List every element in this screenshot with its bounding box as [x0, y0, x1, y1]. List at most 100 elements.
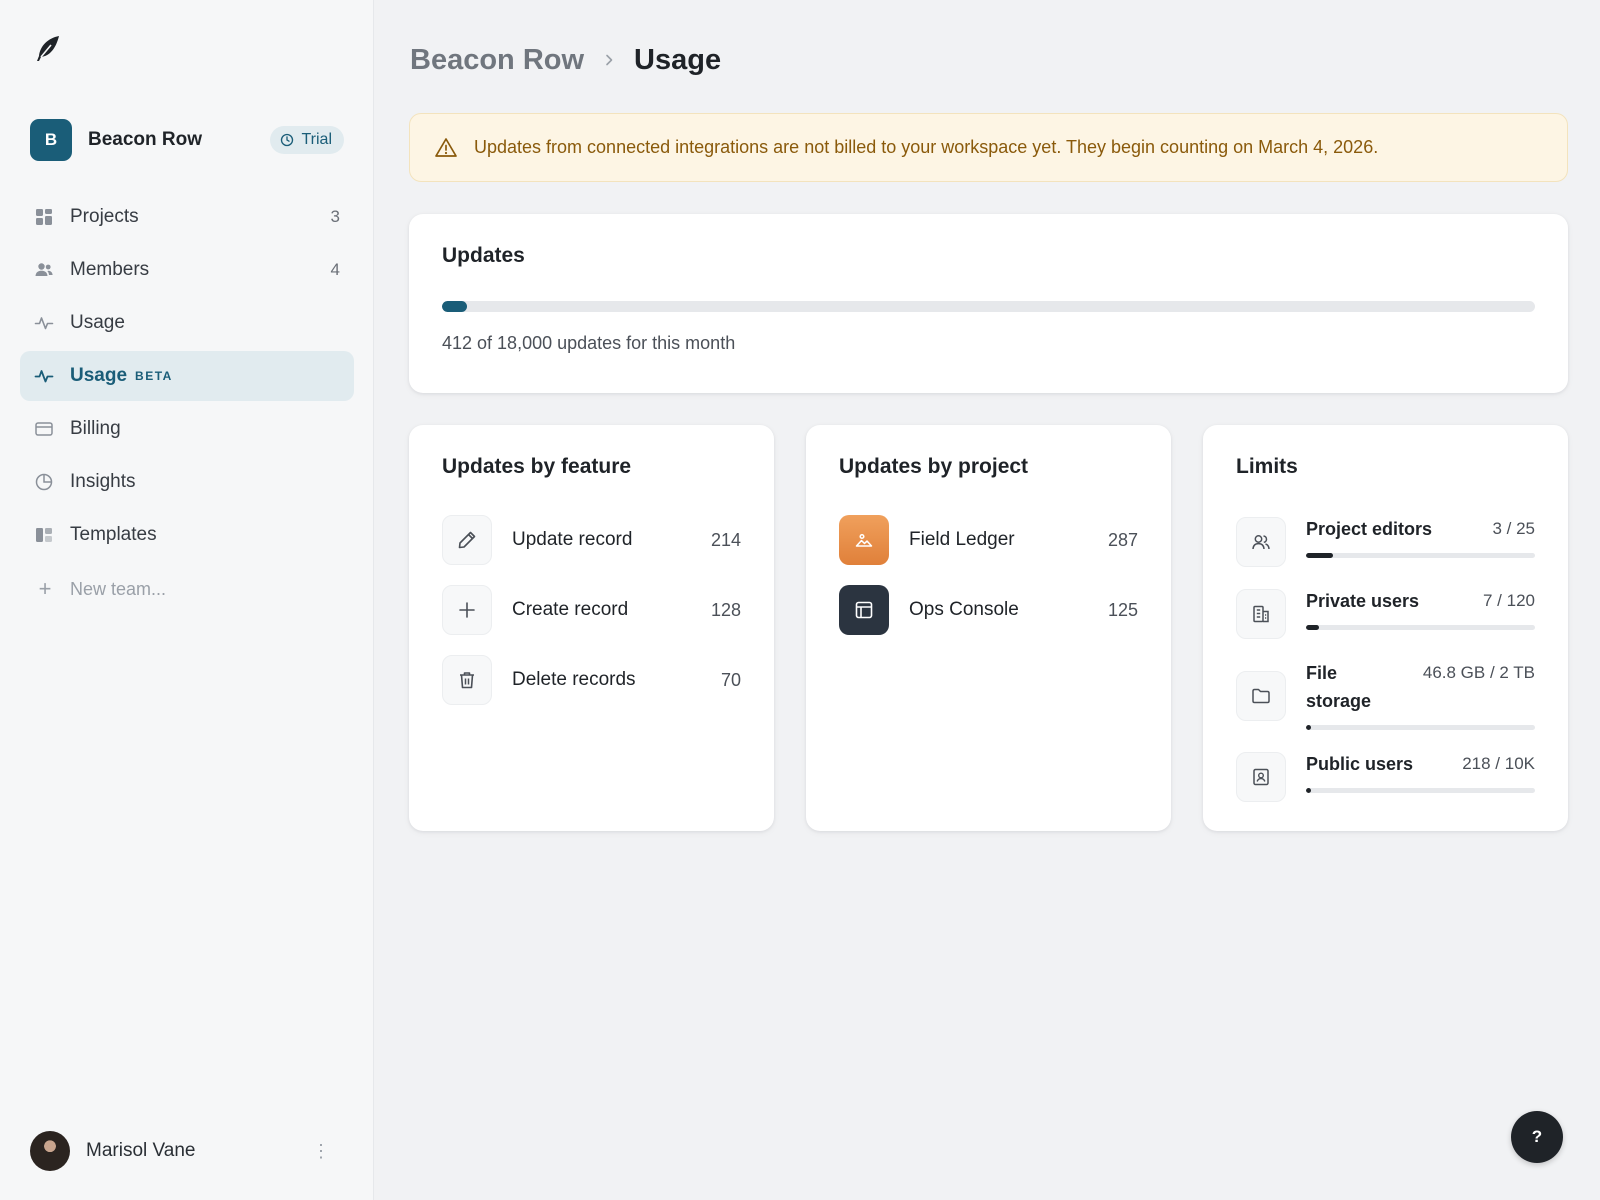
limit-progress-fill [1306, 625, 1320, 630]
project-value: 125 [1107, 599, 1138, 620]
alert-text: Updates from connected integrations are … [474, 137, 1379, 157]
sidebar-item-label: Members [70, 259, 150, 280]
plus-icon [442, 585, 492, 635]
list-item[interactable]: Field Ledger 287 [839, 515, 1138, 565]
updates-by-feature-title: Updates by feature [442, 455, 632, 478]
limit-value: 3 / 25 [1492, 519, 1535, 538]
beta-tag: BETA [135, 369, 173, 383]
limit-value: 46.8 GB / 2 TB [1422, 663, 1535, 682]
user-name: Marisol Vane [86, 1140, 196, 1161]
sidebar-item-usage-beta[interactable]: Usage BETA [20, 351, 354, 401]
updates-progress-bar [442, 301, 1535, 312]
sidebar-item-label: Usage [70, 365, 128, 386]
limit-name: Private users [1306, 591, 1420, 611]
sidebar-item-usage[interactable]: Usage [20, 298, 354, 348]
list-item: Delete records 70 [442, 655, 741, 705]
warning-icon [435, 137, 457, 157]
breadcrumb-parent[interactable]: Beacon Row [410, 44, 584, 77]
new-team-label: New team... [70, 578, 167, 599]
limit-item: Project editors 3 / 25 [1236, 515, 1535, 567]
team-name: Beacon Row [88, 129, 203, 150]
contact-icon [1236, 752, 1286, 802]
updates-title: Updates [442, 244, 525, 267]
trash-icon [442, 655, 492, 705]
limit-value: 218 / 10K [1462, 754, 1535, 773]
updates-by-project-title: Updates by project [839, 455, 1029, 478]
sidebar-item-count: 4 [330, 260, 340, 279]
updates-by-feature-card: Updates by feature Update record 214 Cre… [409, 425, 774, 831]
template-icon [34, 525, 54, 545]
new-team-button[interactable]: + New team... [20, 564, 354, 614]
pie-icon [34, 472, 54, 492]
limit-item: Private users 7 / 120 [1236, 587, 1535, 639]
trial-badge[interactable]: Trial [270, 126, 344, 154]
feature-value: 128 [710, 599, 741, 620]
users-icon [1236, 517, 1286, 567]
updates-by-project-card: Updates by project Field Ledger 287 Ops … [806, 425, 1171, 831]
sidebar-item-label: Billing [70, 418, 121, 439]
limit-name: File storage [1306, 663, 1372, 711]
activity-icon [34, 366, 54, 386]
folder-icon [1236, 671, 1286, 721]
limit-progress-fill [1306, 725, 1312, 730]
avatar [30, 1131, 70, 1171]
sidebar-item-templates[interactable]: Templates [20, 510, 354, 560]
sidebar-item-projects[interactable]: Projects 3 [20, 192, 354, 242]
layout-icon [839, 585, 889, 635]
limit-progress-bar [1306, 553, 1535, 558]
updates-summary: 412 of 18,000 updates for this month [442, 333, 736, 353]
sidebar-item-label: Projects [70, 206, 139, 227]
list-item: Update record 214 [442, 515, 741, 565]
list-item[interactable]: Ops Console 125 [839, 585, 1138, 635]
integration-alert: Updates from connected integrations are … [409, 113, 1568, 182]
sidebar-nav: Projects 3 Members 4 Usage Usage BETA Bi… [20, 192, 354, 614]
limit-value: 7 / 120 [1483, 591, 1535, 610]
sidebar-item-billing[interactable]: Billing [20, 404, 354, 454]
feature-label: Delete records [512, 669, 636, 690]
limit-item: File storage 46.8 GB / 2 TB [1236, 659, 1535, 730]
limit-item: Public users 218 / 10K [1236, 750, 1535, 802]
card-icon [34, 419, 54, 439]
image-icon [839, 515, 889, 565]
sidebar: B Beacon Row Trial Projects 3 Members 4 … [0, 0, 374, 1200]
more-vertical-icon[interactable]: ⋮ [312, 1142, 330, 1160]
limit-progress-fill [1306, 553, 1334, 558]
limit-name: Project editors [1306, 519, 1433, 539]
trial-label: Trial [301, 131, 332, 148]
list-item: Create record 128 [442, 585, 741, 635]
plus-icon: + [38, 576, 52, 601]
updates-card: Updates 412 of 18,000 updates for this m… [409, 214, 1568, 393]
updates-progress-fill [442, 301, 468, 312]
help-button[interactable]: ? [1511, 1111, 1563, 1163]
feather-icon[interactable] [34, 34, 62, 64]
limit-name: Public users [1306, 754, 1414, 774]
project-label: Field Ledger [909, 529, 1015, 550]
page-title: Usage [634, 43, 722, 76]
chevron-right-icon [606, 54, 613, 66]
project-label: Ops Console [909, 599, 1019, 620]
pencil-icon [442, 515, 492, 565]
feature-label: Create record [512, 599, 629, 620]
limit-progress-bar [1306, 625, 1535, 630]
limit-progress-fill [1306, 788, 1312, 793]
activity-icon [34, 313, 54, 333]
sidebar-item-label: Templates [70, 524, 157, 545]
limit-progress-bar [1306, 788, 1535, 793]
sidebar-item-count: 3 [330, 207, 340, 226]
sidebar-item-insights[interactable]: Insights [20, 457, 354, 507]
sidebar-item-members[interactable]: Members 4 [20, 245, 354, 295]
limits-title: Limits [1236, 455, 1298, 478]
team-switcher[interactable]: B Beacon Row Trial [30, 118, 344, 162]
feature-label: Update record [512, 529, 633, 550]
users-icon [34, 260, 54, 280]
feature-value: 70 [720, 669, 741, 690]
grid-icon [34, 207, 54, 227]
breadcrumb: Beacon Row Usage [410, 40, 721, 80]
feature-value: 214 [710, 529, 741, 550]
limits-card: Limits Project editors 3 / 25 Private us… [1203, 425, 1568, 831]
building-icon [1236, 589, 1286, 639]
limit-progress-bar [1306, 725, 1535, 730]
team-avatar: B [30, 119, 72, 161]
sidebar-item-label: Insights [70, 471, 136, 492]
user-profile[interactable]: Marisol Vane ⋮ [30, 1130, 344, 1172]
